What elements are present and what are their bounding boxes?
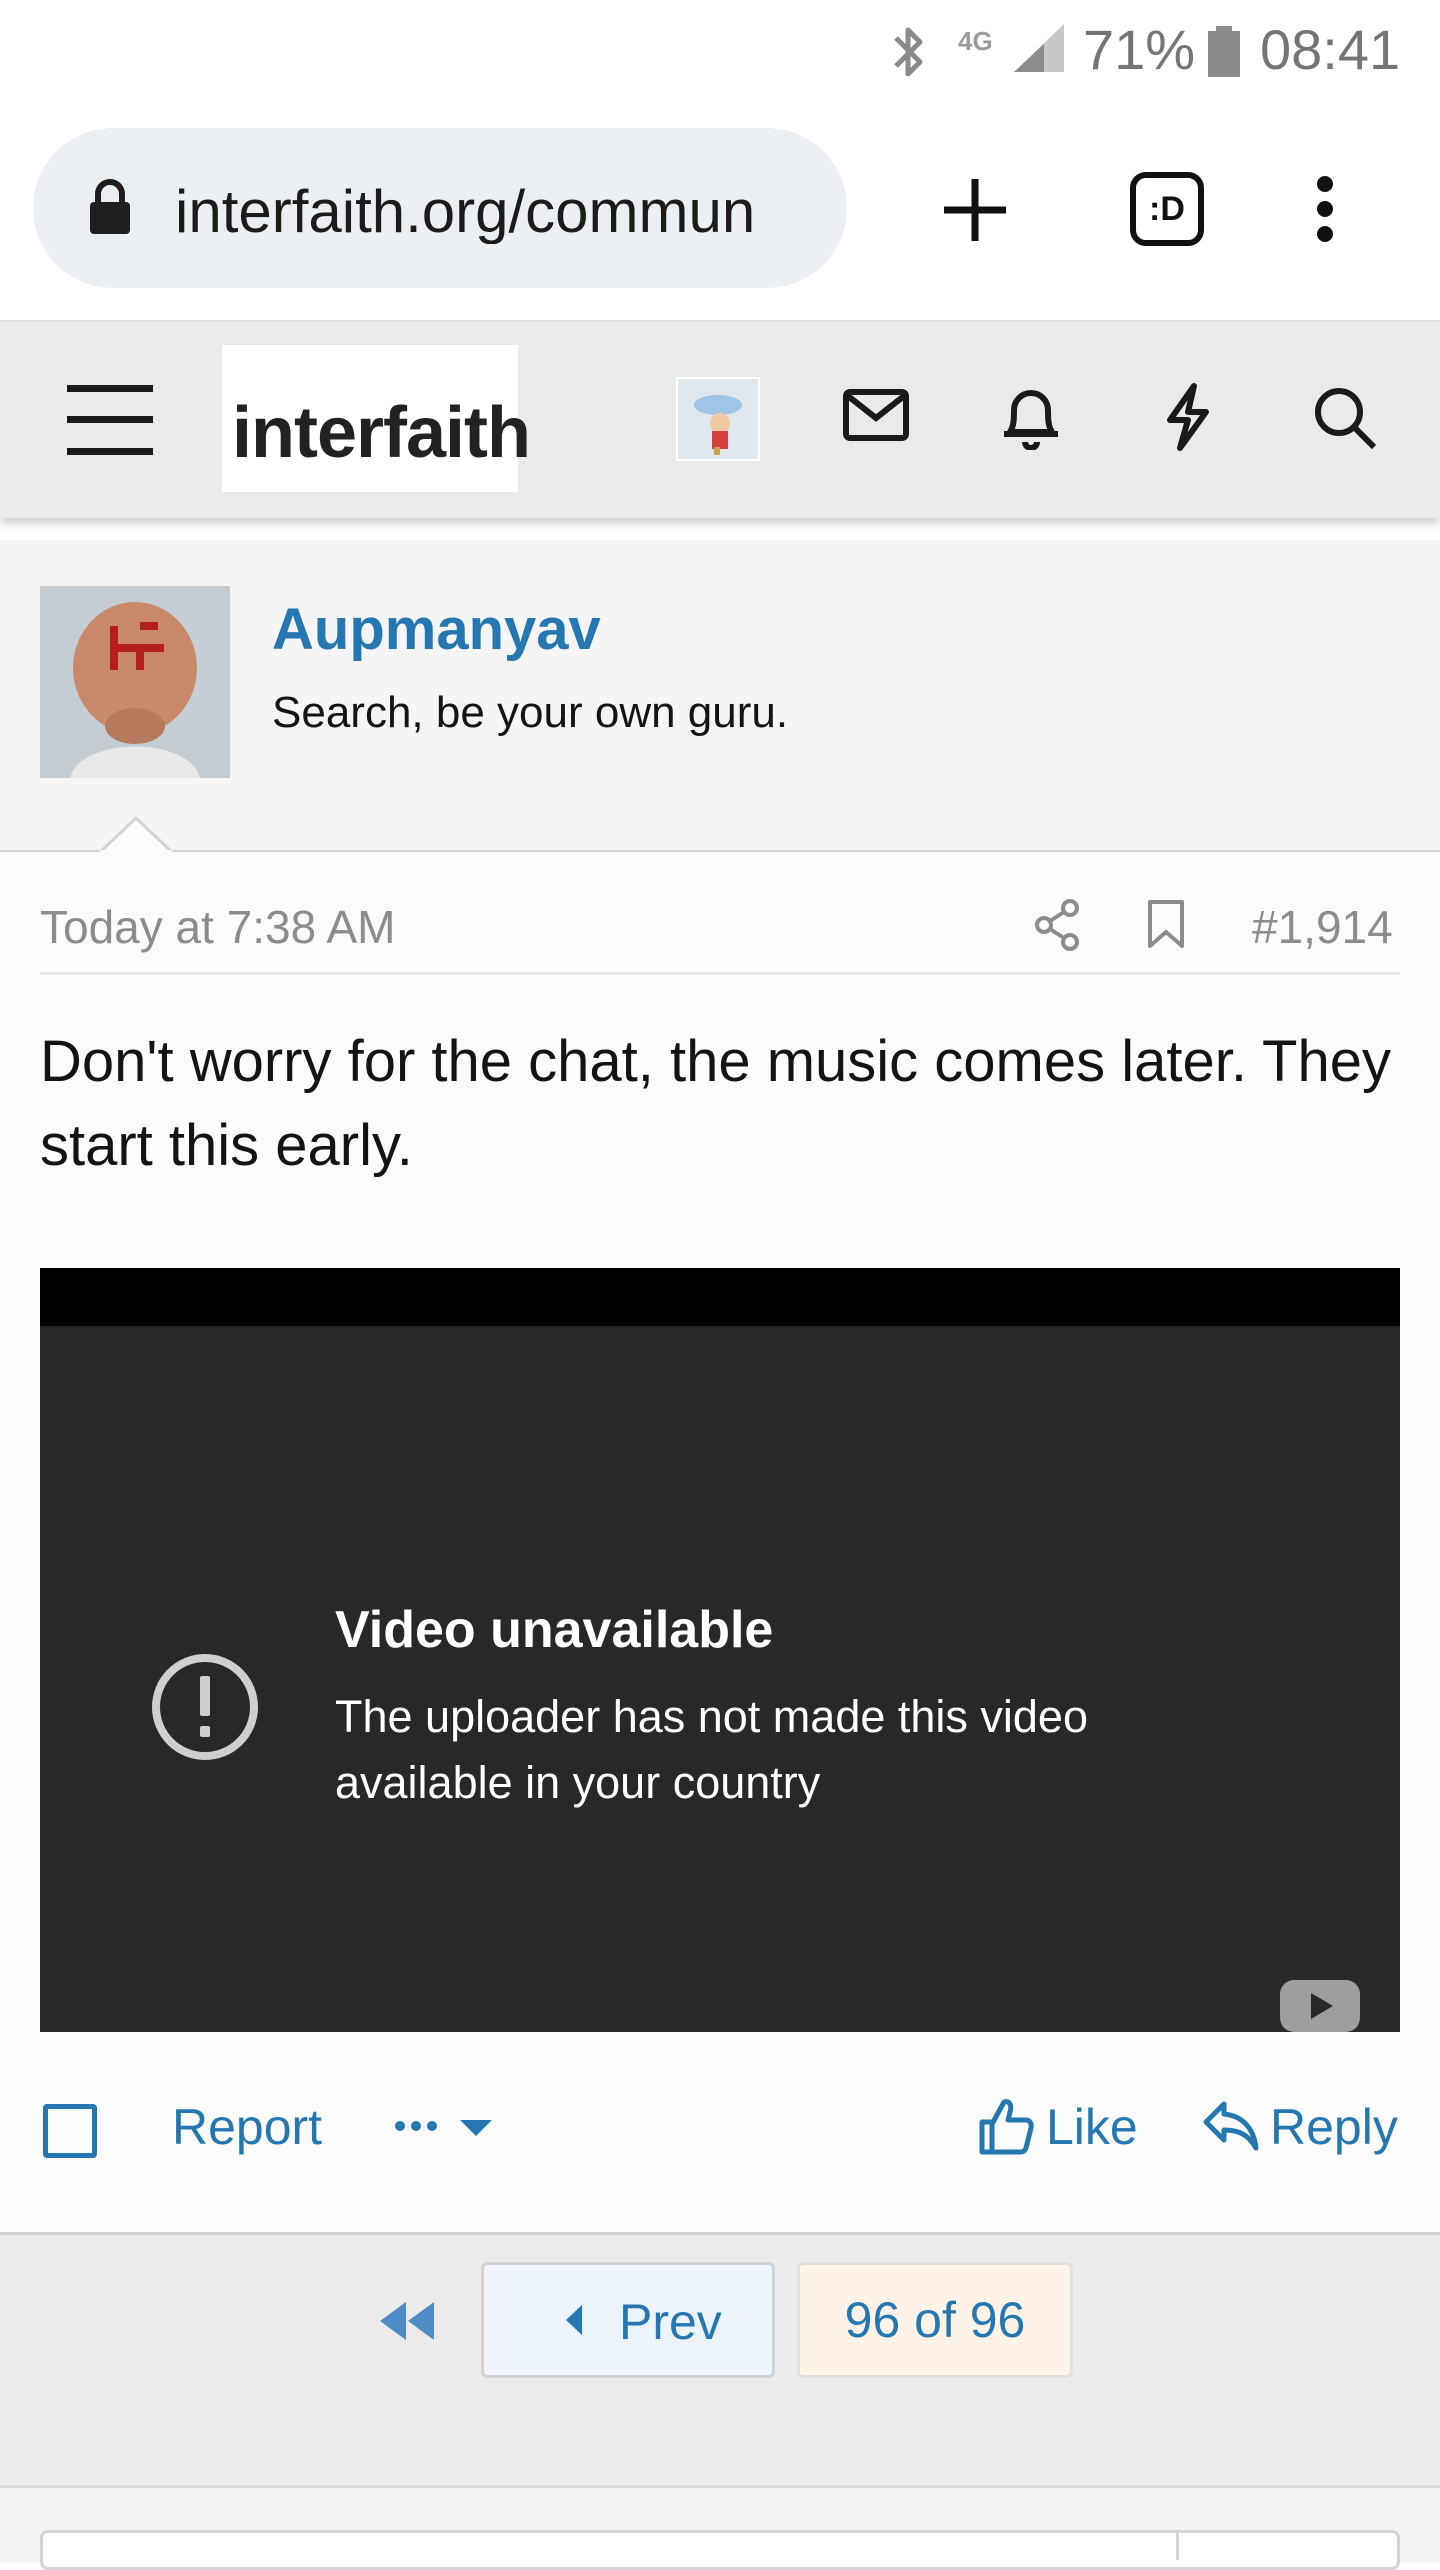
video-top-bar — [40, 1268, 1400, 1326]
site-logo-text: interfaith — [232, 393, 531, 473]
signal-icon — [1010, 22, 1068, 74]
reply-arrow-icon[interactable] — [1202, 2098, 1260, 2154]
author-avatar[interactable] — [40, 586, 230, 778]
search-icon[interactable] — [1312, 385, 1378, 451]
select-post-checkbox[interactable] — [43, 2104, 97, 2158]
video-unavailable-message: The uploader has not made this video ava… — [335, 1691, 1088, 1808]
quick-reply-divider — [1176, 2533, 1179, 2560]
post-number-link[interactable]: #1,914 — [1252, 900, 1393, 954]
network-type-label: 4G — [958, 26, 993, 56]
like-link[interactable]: Like — [1046, 2102, 1138, 2152]
youtube-logo-icon[interactable] — [1280, 1980, 1360, 2032]
bookmark-icon[interactable] — [1146, 898, 1186, 950]
share-icon[interactable] — [1034, 898, 1082, 952]
battery-icon — [1206, 26, 1242, 78]
prev-page-button[interactable]: Prev — [481, 2262, 775, 2378]
author-user-title: Search, be your own guru. — [272, 688, 789, 737]
author-username[interactable]: Aupmanyav — [272, 596, 601, 663]
reply-link[interactable]: Reply — [1270, 2102, 1398, 2152]
new-tab-icon[interactable] — [940, 175, 1010, 245]
bluetooth-icon — [888, 24, 928, 80]
hamburger-menu-icon[interactable] — [67, 385, 153, 455]
post-date[interactable]: Today at 7:38 AM — [40, 900, 395, 954]
lock-icon — [88, 178, 132, 236]
message-arrow — [98, 816, 174, 854]
quick-reply-box[interactable] — [40, 2530, 1400, 2570]
clock: 08:41 — [1260, 18, 1401, 81]
prev-page-label: Prev — [619, 2294, 722, 2350]
thumbs-up-icon[interactable] — [978, 2096, 1034, 2156]
caret-left-icon — [564, 2305, 584, 2335]
tab-switcher-button[interactable]: :D — [1130, 172, 1204, 246]
current-page-indicator[interactable]: 96 of 96 — [797, 2262, 1073, 2378]
alerts-bell-icon[interactable] — [1000, 382, 1062, 450]
post-attribution-divider — [40, 972, 1400, 975]
url-text[interactable]: interfaith.org/commun — [175, 180, 815, 244]
first-page-icon[interactable] — [378, 2300, 436, 2342]
report-link[interactable]: Report — [172, 2102, 322, 2152]
post-message-text: Don't worry for the chat, the music come… — [40, 1029, 1391, 1178]
whats-new-bolt-icon[interactable] — [1160, 382, 1216, 452]
user-avatar-thumb[interactable] — [676, 377, 760, 461]
more-options-dropdown[interactable] — [392, 2108, 496, 2148]
inbox-envelope-icon[interactable] — [842, 388, 910, 444]
video-unavailable-title: Video unavailable — [335, 1601, 774, 1659]
battery-percent: 71% — [1083, 18, 1196, 81]
alert-circle-icon — [150, 1652, 260, 1762]
overflow-menu-icon[interactable] — [1310, 174, 1340, 244]
